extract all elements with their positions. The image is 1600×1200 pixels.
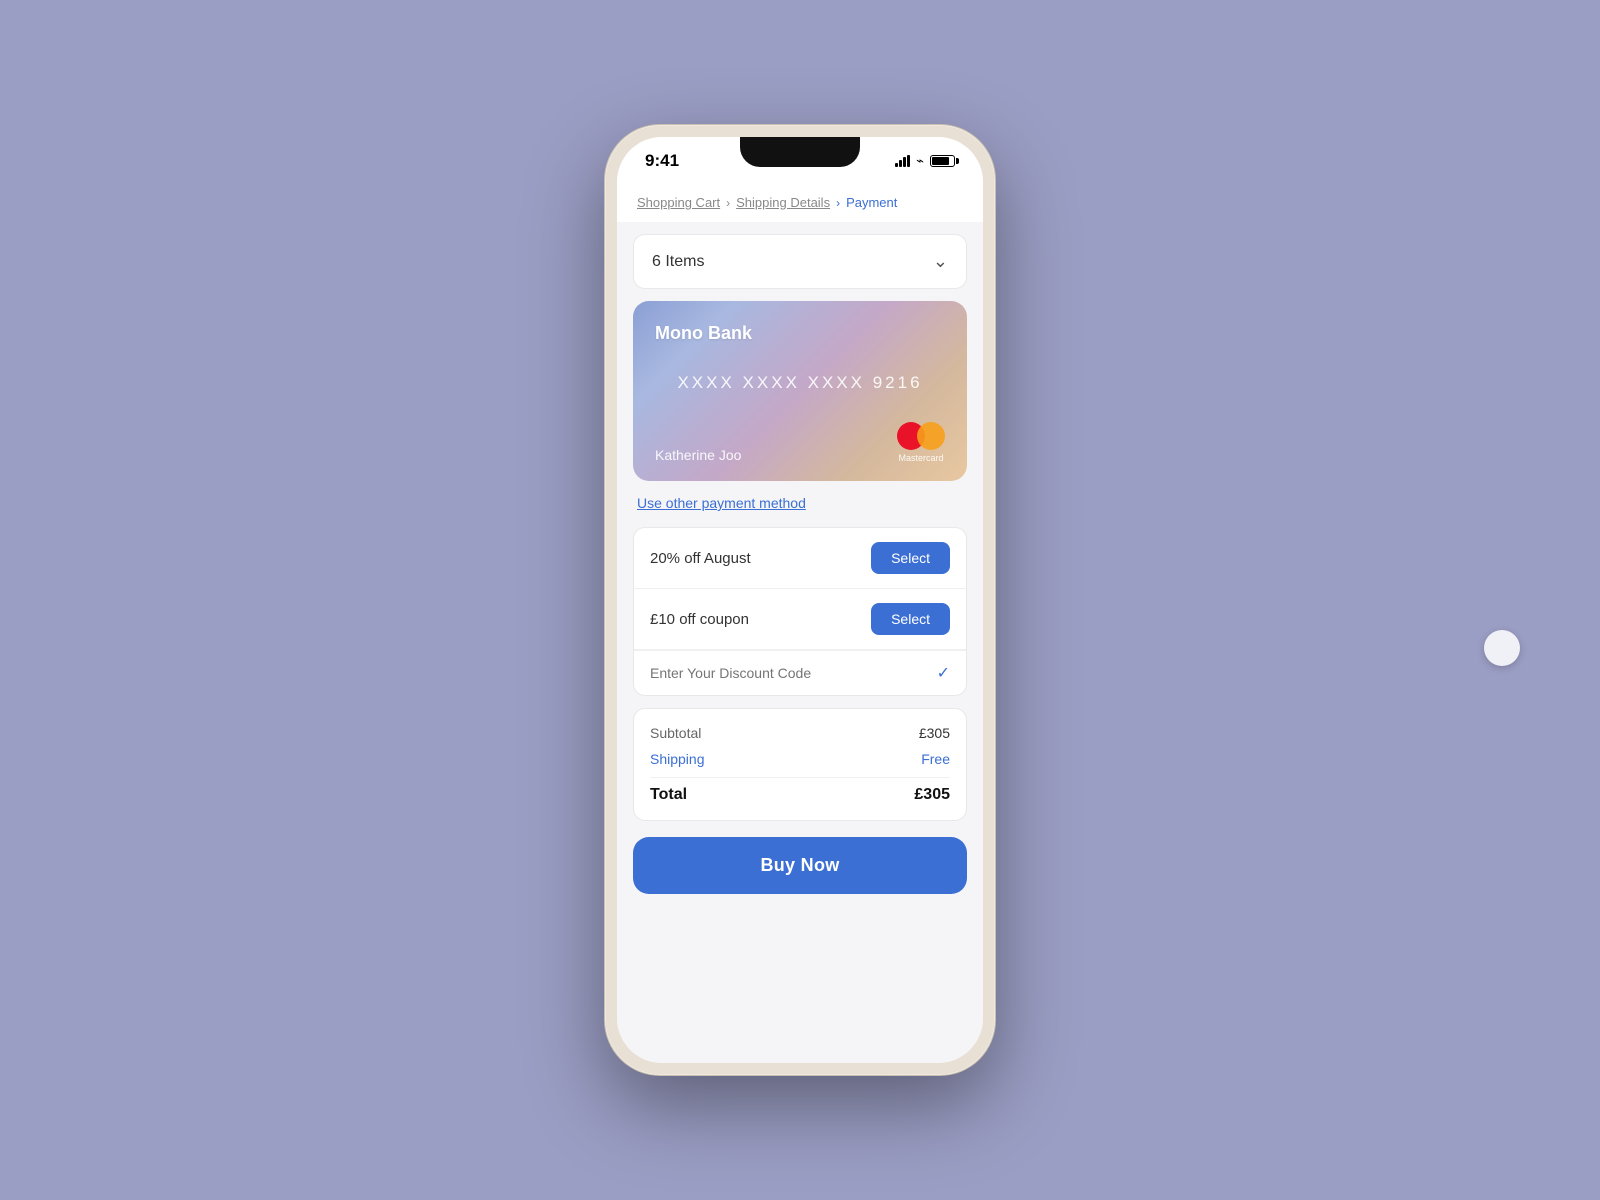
breadcrumb-chevron-1: › [726, 196, 730, 210]
coupon-row-2: £10 off coupon Select [634, 589, 966, 650]
coupon-row-1: 20% off August Select [634, 528, 966, 589]
status-time: 9:41 [645, 151, 679, 171]
mastercard-circles [897, 421, 945, 451]
breadcrumb: Shopping Cart › Shipping Details › Payme… [617, 179, 983, 222]
payment-method-section: Use other payment method [617, 495, 983, 527]
items-dropdown[interactable]: 6 Items ⌄ [633, 234, 967, 289]
subtotal-value: £305 [919, 725, 950, 741]
select-coupon-2-button[interactable]: Select [871, 603, 950, 635]
screen-content[interactable]: Shopping Cart › Shipping Details › Payme… [617, 179, 983, 1063]
subtotal-row: Subtotal £305 [650, 725, 950, 741]
discount-code-input[interactable] [650, 665, 929, 681]
card-number: XXXX XXXX XXXX 9216 [655, 363, 945, 403]
wifi-icon: ⌁ [916, 153, 924, 169]
battery-icon [930, 155, 955, 167]
checkmark-icon: ✓ [937, 663, 950, 683]
card-bottom: Katherine Joo Mastercard [655, 421, 945, 463]
coupon-label-1: 20% off August [650, 550, 751, 567]
shipping-label: Shipping [650, 751, 705, 767]
coupon-label-2: £10 off coupon [650, 611, 749, 628]
breadcrumb-chevron-2: › [836, 196, 840, 210]
breadcrumb-step3: Payment [846, 195, 897, 210]
order-summary: Subtotal £305 Shipping Free Total £305 [633, 708, 967, 821]
shipping-row: Shipping Free [650, 751, 950, 767]
mastercard-label: Mastercard [898, 453, 943, 463]
breadcrumb-step2[interactable]: Shipping Details [736, 195, 830, 210]
select-coupon-1-button[interactable]: Select [871, 542, 950, 574]
payment-method-link[interactable]: Use other payment method [637, 495, 806, 511]
signal-icon [895, 155, 910, 167]
items-count-label: 6 Items [652, 253, 704, 271]
shipping-value: Free [921, 751, 950, 767]
phone-screen: 9:41 ⌁ Shopping Cart › Shipping [617, 137, 983, 1063]
chevron-down-icon: ⌄ [933, 251, 948, 272]
subtotal-label: Subtotal [650, 725, 701, 741]
total-value: £305 [914, 786, 950, 804]
notch [740, 137, 860, 167]
summary-divider [650, 777, 950, 778]
credit-card: Mono Bank XXXX XXXX XXXX 9216 Katherine … [633, 301, 967, 481]
card-holder-name: Katherine Joo [655, 447, 741, 463]
coupons-section: 20% off August Select £10 off coupon Sel… [633, 527, 967, 696]
mastercard-orange-circle [917, 422, 945, 450]
total-label: Total [650, 786, 687, 804]
discount-code-row: ✓ [634, 650, 966, 695]
mastercard-logo: Mastercard [897, 421, 945, 463]
buy-now-container: Buy Now [617, 837, 983, 924]
phone-shell: 9:41 ⌁ Shopping Cart › Shipping [605, 125, 995, 1075]
breadcrumb-step1[interactable]: Shopping Cart [637, 195, 720, 210]
floating-dot [1484, 630, 1520, 666]
buy-now-button[interactable]: Buy Now [633, 837, 967, 894]
total-row: Total £305 [650, 786, 950, 804]
card-bank-name: Mono Bank [655, 323, 945, 344]
status-icons: ⌁ [895, 153, 955, 169]
